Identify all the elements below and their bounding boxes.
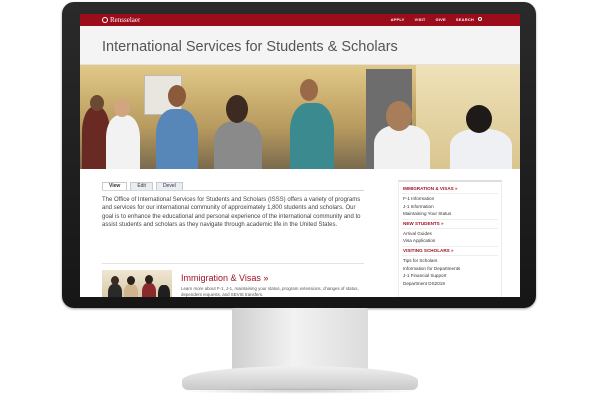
nav-visit-link[interactable]: VISIT [415,17,426,23]
seal-icon [102,17,108,23]
sidebar-item-information-departments[interactable]: Information for Departments [399,265,501,273]
hero-person-head [466,105,492,133]
section-divider [102,263,364,264]
sidebar-item-tips-for-scholars[interactable]: Tips for Scholars [399,257,501,265]
nav-search-link[interactable]: SEARCH [456,17,474,23]
thumb-person [124,284,138,297]
monitor-stand-neck [232,308,368,370]
top-bar: Rensselaer APPLY VISIT GIVE SEARCH [80,14,520,26]
nav-give-link[interactable]: GIVE [436,17,446,23]
sidebar-item-f1-information[interactable]: F-1 Information [399,195,501,203]
immigration-heading-link[interactable]: Immigration & Visas » [181,273,268,283]
nav-apply-link[interactable]: APPLY [391,17,405,23]
hero-person [156,109,198,169]
hero-person [450,129,512,169]
tab-divider [102,190,364,191]
hero-person [214,121,262,169]
sidebar-item-arrival-guides[interactable]: Arrival Guides [399,230,501,238]
hero-person-head [300,79,318,101]
screen: Rensselaer APPLY VISIT GIVE SEARCH Inter… [80,14,520,297]
sidebar-rule [402,245,498,247]
sidebar-item-maintaining-status[interactable]: Maintaining Your Status [399,210,501,218]
hero-person-head [114,99,130,117]
sidebar-rule [402,193,498,194]
search-icon[interactable] [478,17,482,21]
sidebar-rule [402,254,498,256]
hero-person-head [90,95,104,111]
sidebar-rule [402,227,498,229]
thumb-person [142,283,156,297]
sidebar-heading-new-students[interactable]: NEW STUDENTS » [399,221,501,227]
top-nav: APPLY VISIT GIVE SEARCH [391,17,474,23]
site-logo[interactable]: Rensselaer [102,16,140,24]
sidebar-menu: IMMIGRATION & VISAS » F-1 Information J-… [398,180,502,297]
logo-text: Rensselaer [110,16,141,24]
page-title: International Services for Students & Sc… [102,39,398,55]
hero-person-head [226,95,248,123]
hero-person [374,125,430,169]
sidebar-item-visa-application[interactable]: Visa Application [399,237,501,245]
intro-paragraph: The Office of International Services for… [102,197,361,229]
hero-person-head [386,101,412,131]
thumb-person [108,284,122,297]
thumb-person-head [127,276,135,285]
hero-photo [80,65,520,169]
immigration-thumbnail[interactable] [102,270,172,297]
sidebar-item-j1-information[interactable]: J-1 Information [399,203,501,211]
sidebar-heading-immigration[interactable]: IMMIGRATION & VISAS » [399,186,501,192]
sidebar-heading-visiting-scholars[interactable]: VISITING SCHOLARS » [399,248,501,254]
stand-shadow [178,388,422,394]
immigration-description: Learn more about F-1, J-1, maintaining y… [181,286,359,297]
thumb-person [158,285,170,297]
thumb-person-head [111,276,119,285]
page-header: International Services for Students & Sc… [80,26,520,65]
hero-person [106,115,140,169]
monitor-stand-base [182,366,418,390]
hero-person-head [168,85,186,107]
sidebar-item-j1-financial-support[interactable]: J-1 Financial Support [399,272,501,280]
sidebar-rule [402,218,498,220]
thumb-person-head [145,275,153,284]
sidebar-item-department-ds2019[interactable]: Department DS2019 [399,280,501,288]
hero-person [290,103,334,169]
